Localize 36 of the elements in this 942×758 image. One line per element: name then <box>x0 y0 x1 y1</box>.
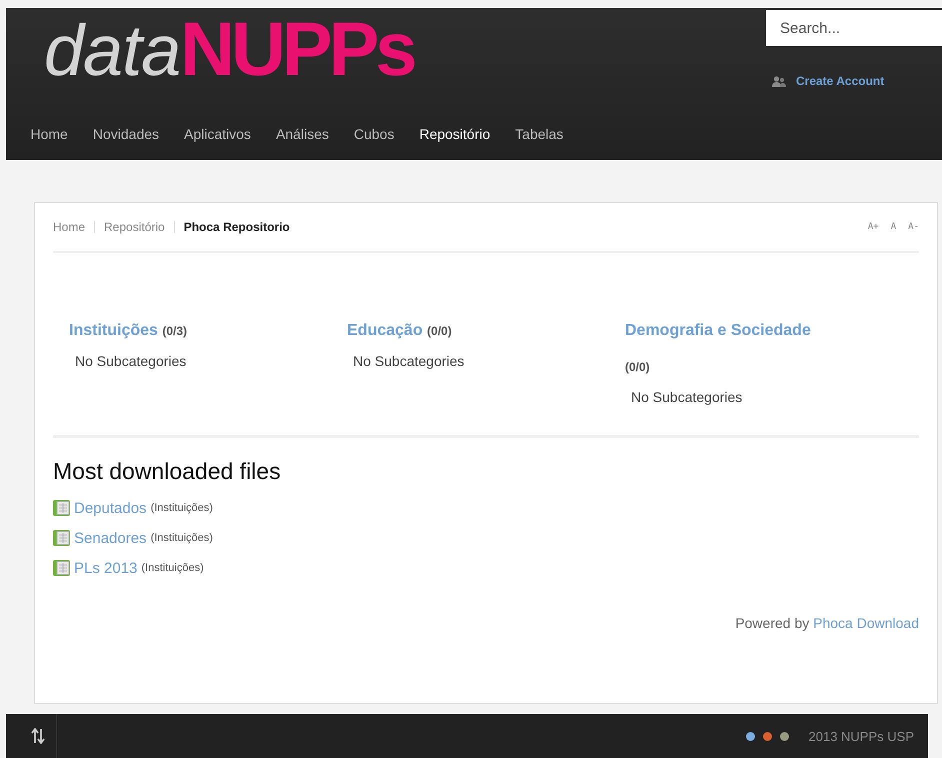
file-category: (Instituições) <box>150 532 213 544</box>
subcategory-note: No Subcategories <box>352 353 466 369</box>
spreadsheet-icon <box>53 560 70 576</box>
theme-dot[interactable] <box>780 732 788 740</box>
subcategory-note: No Subcategories <box>74 353 188 369</box>
spreadsheet-icon <box>53 530 70 546</box>
category-title[interactable]: Demografia e Sociedade (0/0) <box>625 313 830 385</box>
users-icon <box>772 76 786 86</box>
powered-by-text: Powered by <box>735 615 810 631</box>
site-logo[interactable]: dataNUPPs <box>6 12 414 102</box>
breadcrumb-item[interactable]: Home <box>53 220 86 234</box>
subcategory-note: No Subcategories <box>630 389 744 405</box>
font-size-button[interactable]: A+ <box>868 222 879 232</box>
category-title[interactable]: Instituições (0/3) <box>69 313 274 349</box>
nav-item[interactable]: Aplicativos <box>172 113 264 155</box>
spreadsheet-icon <box>53 500 70 516</box>
search-field[interactable]: Search... <box>766 10 942 46</box>
theme-dot[interactable] <box>762 732 772 740</box>
nav-item[interactable]: Novidades <box>80 113 172 155</box>
file-category: (Instituições) <box>141 562 204 574</box>
nav-item[interactable]: Home <box>18 113 80 155</box>
current-page-label: Phoca Repositorio <box>184 220 290 234</box>
font-size-button[interactable]: A <box>890 222 896 232</box>
nav-item[interactable]: Repositório <box>406 113 503 155</box>
breadcrumb-item[interactable]: Repositório <box>104 220 165 234</box>
nav-item[interactable]: Tabelas <box>502 113 576 155</box>
font-size-button[interactable]: A- <box>908 222 919 232</box>
file-category: (Instituições) <box>150 502 213 514</box>
copyright-text: 2013 NUPPs USP <box>808 728 914 744</box>
section-heading: Most downloaded files <box>53 458 282 485</box>
nav-item[interactable]: Análises <box>263 113 342 155</box>
create-account-link[interactable]: Create Account <box>772 74 884 88</box>
theme-dot[interactable] <box>746 732 754 740</box>
category-title[interactable]: Educação (0/0) <box>347 313 552 349</box>
sort-icon[interactable] <box>31 728 45 744</box>
nav-item[interactable]: Cubos <box>341 113 407 155</box>
